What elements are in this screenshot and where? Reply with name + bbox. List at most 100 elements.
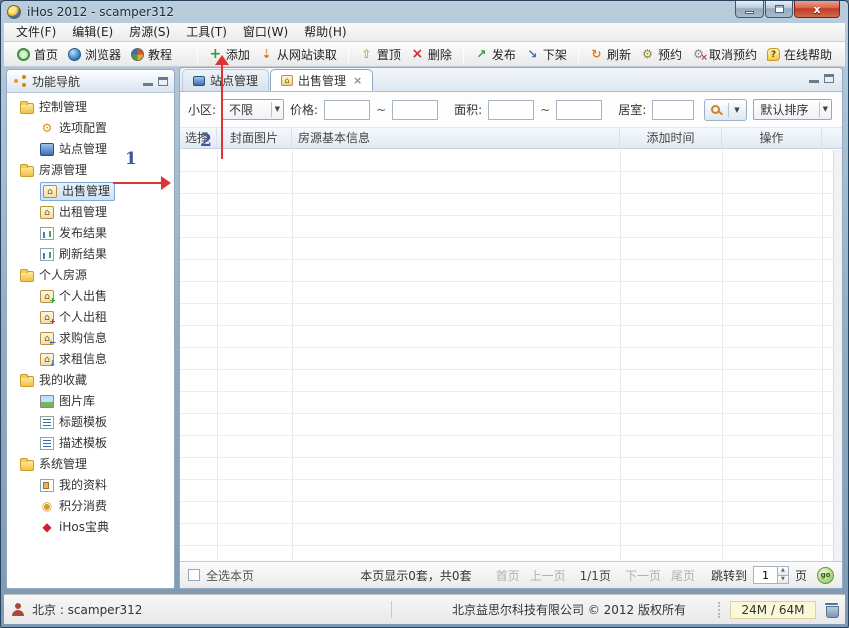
sidebar-item-description-template[interactable]: 描述模板 bbox=[7, 433, 174, 454]
menu-help[interactable]: 帮助(H) bbox=[296, 23, 354, 41]
sidebar-item-publish-results[interactable]: 发布结果 bbox=[7, 223, 174, 244]
sidebar-item-control-management[interactable]: 控制管理 bbox=[7, 97, 174, 118]
panel-minimize-icon[interactable] bbox=[143, 77, 153, 86]
unpublish-button[interactable]: ↘ 下架 bbox=[521, 44, 572, 65]
home-button[interactable]: 首页 bbox=[12, 44, 63, 65]
next-page-link[interactable]: 下一页 bbox=[625, 567, 661, 584]
sidebar-item-site-management[interactable]: 站点管理 bbox=[7, 139, 174, 160]
refresh-label: 刷新 bbox=[607, 46, 631, 63]
vertical-scrollbar[interactable] bbox=[833, 150, 842, 561]
page-summary: 本页显示0套，共0套 bbox=[360, 567, 471, 584]
range-separator: ~ bbox=[376, 103, 386, 117]
column-header-operation[interactable]: 操作 bbox=[722, 128, 822, 148]
id-card-icon bbox=[40, 479, 54, 492]
menu-housing[interactable]: 房源(S) bbox=[121, 23, 178, 41]
sidebar-item-housing-management[interactable]: 房源管理 bbox=[7, 160, 174, 181]
reserve-button[interactable]: ⚙ 预约 bbox=[636, 44, 687, 65]
go-button[interactable]: go bbox=[817, 567, 834, 584]
last-page-link[interactable]: 尾页 bbox=[671, 567, 695, 584]
cancel-reserve-button[interactable]: ⚙× 取消预约 bbox=[687, 44, 762, 65]
jump-to-label: 跳转到 bbox=[711, 567, 747, 584]
jump-page-input[interactable] bbox=[753, 566, 777, 584]
minimize-button[interactable] bbox=[735, 1, 764, 18]
column-divider bbox=[292, 150, 293, 561]
panel-minimize-icon[interactable] bbox=[809, 74, 819, 83]
close-icon: x bbox=[813, 4, 820, 15]
title-bar[interactable]: iHos 2012 - scamper312 x bbox=[1, 1, 848, 23]
selected-item-highlight: ⌂ 出售管理 bbox=[40, 182, 115, 201]
unpublish-label: 下架 bbox=[543, 46, 567, 63]
sidebar-item-system-management[interactable]: 系统管理 bbox=[7, 454, 174, 475]
delete-button[interactable]: × 删除 bbox=[406, 44, 457, 65]
sidebar-item-personal-sale[interactable]: ⌂+ 个人出售 bbox=[7, 286, 174, 307]
sidebar-item-image-library[interactable]: 图片库 bbox=[7, 391, 174, 412]
spinner-up-icon[interactable]: ▲ bbox=[778, 567, 788, 575]
sidebar-item-rent-management[interactable]: ⌂ 出租管理 bbox=[7, 202, 174, 223]
sidebar-item-ihos-treasure[interactable]: ◆ iHos宝典 bbox=[7, 517, 174, 538]
column-header-add-time[interactable]: 添加时间 bbox=[620, 128, 722, 148]
unpublish-icon: ↘ bbox=[526, 48, 539, 61]
arrow-up-icon: ⇧ bbox=[360, 48, 373, 61]
sidebar-item-personal-housing[interactable]: 个人房源 bbox=[7, 265, 174, 286]
sidebar-item-refresh-results[interactable]: 刷新结果 bbox=[7, 244, 174, 265]
panel-maximize-icon[interactable] bbox=[158, 77, 168, 86]
tutorial-button[interactable]: 教程 bbox=[126, 44, 177, 65]
close-button[interactable]: x bbox=[794, 1, 840, 18]
menu-file[interactable]: 文件(F) bbox=[8, 23, 64, 41]
column-header-empty bbox=[822, 128, 842, 148]
sort-select[interactable]: 默认排序 ▼ bbox=[753, 99, 832, 120]
main-panel: 站点管理 ⌂ 出售管理 × 小区: 不限 ▼ 价格: bbox=[179, 67, 843, 589]
app-window: iHos 2012 - scamper312 x 文件(F) 编辑(E) 房源(… bbox=[0, 0, 849, 628]
menu-edit[interactable]: 编辑(E) bbox=[64, 23, 121, 41]
sidebar-item-buy-request-info[interactable]: ⌂← 求购信息 bbox=[7, 328, 174, 349]
menu-tools[interactable]: 工具(T) bbox=[178, 23, 235, 41]
picture-icon bbox=[40, 395, 54, 408]
sidebar-item-option-config[interactable]: ⚙ 选项配置 bbox=[7, 118, 174, 139]
fetch-from-website-button[interactable]: ⇣ 从网站读取 bbox=[255, 44, 342, 65]
refresh-button[interactable]: ↻ 刷新 bbox=[585, 44, 636, 65]
online-help-button[interactable]: ? 在线帮助 bbox=[762, 44, 837, 65]
spinner-down-icon[interactable]: ▼ bbox=[778, 575, 788, 584]
list-template-icon bbox=[40, 437, 54, 450]
community-value: 不限 bbox=[229, 101, 267, 118]
publish-button[interactable]: ↗ 发布 bbox=[470, 44, 521, 65]
maximize-icon bbox=[775, 5, 784, 13]
column-header-select[interactable]: 选择 bbox=[180, 128, 217, 148]
column-header-cover-image[interactable]: 封面图片 bbox=[217, 128, 292, 148]
tree-label: 选项配置 bbox=[59, 118, 107, 139]
maximize-button[interactable] bbox=[765, 1, 793, 18]
tutorial-icon bbox=[131, 48, 144, 61]
sort-value: 默认排序 bbox=[760, 101, 814, 118]
community-select[interactable]: 不限 ▼ bbox=[222, 99, 284, 120]
price-min-input[interactable] bbox=[324, 100, 370, 120]
tab-sale-management[interactable]: ⌂ 出售管理 × bbox=[270, 69, 373, 91]
sidebar-item-rent-request-info[interactable]: ⌂↓ 求租信息 bbox=[7, 349, 174, 370]
browser-button[interactable]: 浏览器 bbox=[63, 44, 126, 65]
tab-site-management[interactable]: 站点管理 bbox=[182, 69, 269, 91]
sidebar-item-title-template[interactable]: 标题模板 bbox=[7, 412, 174, 433]
sidebar-item-sale-management[interactable]: ⌂ 出售管理 bbox=[7, 181, 174, 202]
add-button[interactable]: + 添加 bbox=[204, 44, 255, 65]
price-label: 价格: bbox=[290, 101, 318, 118]
prev-page-link[interactable]: 上一页 bbox=[530, 567, 566, 584]
panel-maximize-icon[interactable] bbox=[824, 74, 834, 83]
trash-icon[interactable] bbox=[826, 603, 837, 616]
search-button[interactable]: ▼ bbox=[704, 99, 747, 121]
sidebar-item-points-consumption[interactable]: ◉ 积分消费 bbox=[7, 496, 174, 517]
rooms-input[interactable] bbox=[652, 100, 694, 120]
price-max-input[interactable] bbox=[392, 100, 438, 120]
area-max-input[interactable] bbox=[556, 100, 602, 120]
tree-label: 发布结果 bbox=[59, 223, 107, 244]
reserve-label: 预约 bbox=[658, 46, 682, 63]
menu-window[interactable]: 窗口(W) bbox=[235, 23, 296, 41]
first-page-link[interactable]: 首页 bbox=[496, 567, 520, 584]
sidebar-item-my-profile[interactable]: 我的资料 bbox=[7, 475, 174, 496]
area-min-input[interactable] bbox=[488, 100, 534, 120]
column-header-basic-info[interactable]: 房源基本信息 bbox=[292, 128, 620, 148]
set-top-button[interactable]: ⇧ 置顶 bbox=[355, 44, 406, 65]
house-photo-icon: ⌂+ bbox=[40, 290, 54, 303]
tab-close-icon[interactable]: × bbox=[353, 74, 362, 87]
sidebar-item-personal-rent[interactable]: ⌂+ 个人出租 bbox=[7, 307, 174, 328]
sidebar-item-my-favorites[interactable]: 我的收藏 bbox=[7, 370, 174, 391]
select-all-checkbox[interactable] bbox=[188, 569, 200, 581]
